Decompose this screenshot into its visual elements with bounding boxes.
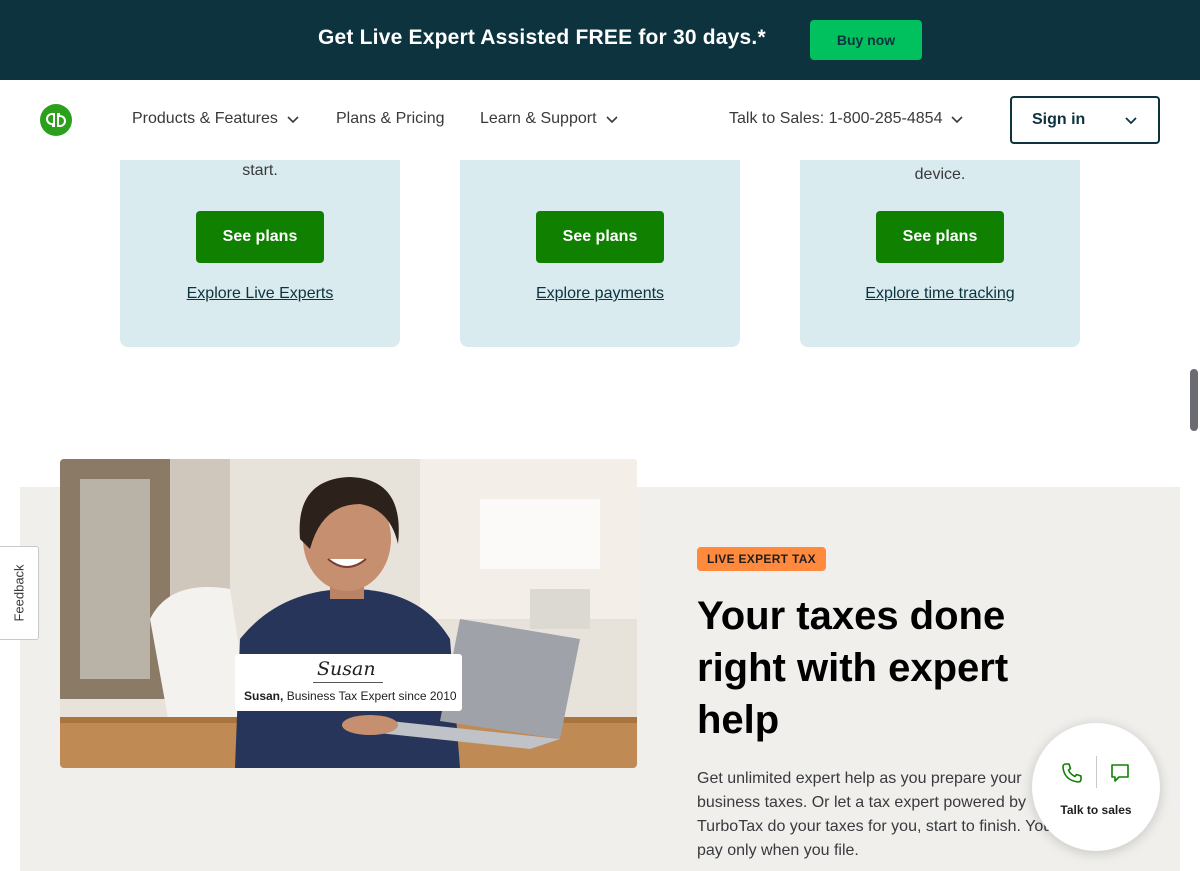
sign-in-button[interactable]: Sign in [1010, 96, 1160, 144]
explore-time-tracking-link[interactable]: Explore time tracking [800, 285, 1080, 303]
see-plans-button[interactable]: See plans [196, 211, 324, 263]
live-expert-tax-badge: LIVE EXPERT TAX [697, 547, 826, 571]
nav-plans-pricing[interactable]: Plans & Pricing [336, 110, 445, 128]
caption-name: Susan, [244, 689, 284, 703]
chevron-down-icon [951, 116, 964, 124]
feedback-tab[interactable]: Feedback [0, 546, 39, 640]
buy-now-button[interactable]: Buy now [810, 20, 922, 60]
nav-plans-label: Plans & Pricing [336, 110, 445, 127]
signature-line [313, 682, 383, 683]
site-header: Products & Features Plans & Pricing Lear… [0, 80, 1200, 160]
sign-in-label: Sign in [1032, 111, 1086, 128]
explore-live-experts-link[interactable]: Explore Live Experts [120, 285, 400, 303]
talk-to-sales-phone[interactable]: Talk to Sales: 1-800-285-4854 [729, 110, 964, 128]
phone-label: Talk to Sales: 1-800-285-4854 [729, 110, 943, 127]
nav-products-label: Products & Features [132, 110, 278, 127]
expert-illustration [60, 459, 637, 768]
page-scrollbar[interactable] [1190, 369, 1198, 431]
caption-text: Susan, Business Tax Expert since 2010 [244, 689, 457, 703]
see-plans-button[interactable]: See plans [876, 211, 1004, 263]
signature: Susan [317, 658, 376, 680]
card-description: device. [914, 166, 966, 183]
promo-text: Get Live Expert Assisted FREE for 30 day… [318, 26, 766, 49]
chevron-down-icon [1125, 117, 1137, 125]
widget-divider [1096, 756, 1097, 788]
chevron-down-icon [287, 116, 299, 124]
explore-payments-link[interactable]: Explore payments [460, 285, 740, 303]
talk-to-sales-label: Talk to sales [1060, 803, 1132, 817]
phone-icon[interactable] [1060, 761, 1084, 785]
caption-role: Business Tax Expert since 2010 [286, 689, 457, 703]
qb-logo-icon [46, 113, 66, 127]
section-body: Get unlimited expert help as you prepare… [697, 770, 1053, 859]
talk-to-sales-widget[interactable]: Talk to sales [1032, 723, 1160, 851]
expert-photo: Susan Susan, Business Tax Expert since 2… [60, 459, 637, 768]
see-plans-button[interactable]: See plans [536, 211, 664, 263]
card-description: start. [242, 162, 278, 179]
expert-caption-card: Susan Susan, Business Tax Expert since 2… [235, 654, 462, 711]
nav-learn-support[interactable]: Learn & Support [480, 110, 619, 128]
chat-icon[interactable] [1108, 761, 1132, 785]
promo-banner: Get Live Expert Assisted FREE for 30 day… [0, 0, 1200, 80]
quickbooks-logo[interactable] [40, 104, 72, 136]
feedback-label: Feedback [11, 564, 27, 622]
nav-products-features[interactable]: Products & Features [132, 110, 300, 128]
nav-learn-label: Learn & Support [480, 110, 597, 127]
section-heading: Your taxes done right with expert help [697, 594, 1009, 742]
chevron-down-icon [605, 116, 618, 124]
